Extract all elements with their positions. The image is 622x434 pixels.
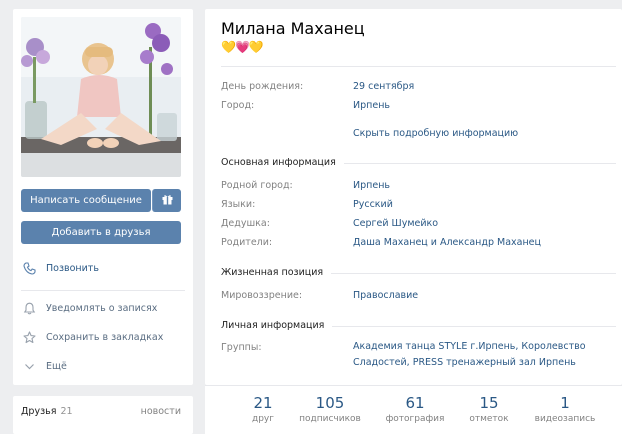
counter-value: 1: [560, 394, 570, 412]
parents-value[interactable]: Даша Маханец и Александр Маханец: [353, 237, 541, 248]
counter-followers[interactable]: 105 подписчиков: [295, 394, 365, 424]
bookmark-label: Сохранить в закладках: [46, 331, 164, 343]
phone-icon: [21, 260, 37, 276]
star-icon: [21, 329, 37, 345]
counter-value: 61: [405, 394, 425, 412]
groups-line[interactable]: Академия танца STYLE г.Ирпень, Королевст…: [353, 339, 603, 355]
groups-line[interactable]: Сладостей, PRESS тренажерный зал Ирпень: [353, 355, 603, 371]
basic-info-heading: Основная информация: [221, 157, 344, 168]
gift-icon: [162, 194, 173, 208]
hometown-label: Родной город:: [221, 180, 293, 191]
add-friend-button[interactable]: Добавить в друзья: [21, 221, 181, 244]
notify-label: Уведомлять о записях: [46, 302, 158, 314]
grandfather-value[interactable]: Сергей Шумейко: [353, 218, 438, 229]
divider: [21, 290, 185, 291]
groups-value[interactable]: Академия танца STYLE г.Ирпень, Королевст…: [353, 339, 603, 371]
profile-info-card: Милана Маханец 💛💗💛 День рождения: 29 сен…: [205, 9, 622, 385]
friends-block: Друзья 21 новости: [13, 396, 193, 434]
friends-updates-link[interactable]: новости: [141, 406, 181, 417]
birthday-value[interactable]: 29 сентября: [353, 81, 414, 92]
counter-label: подписчиков: [299, 414, 361, 424]
profile-left-card: Написать сообщение Добавить в друзья Поз…: [13, 9, 193, 385]
hometown-value[interactable]: Ирпень: [353, 180, 390, 191]
languages-value[interactable]: Русский: [353, 199, 393, 210]
city-value[interactable]: Ирпень: [353, 100, 390, 111]
counter-label: фотография: [385, 414, 445, 424]
status-emoji: 💛💗💛: [221, 40, 264, 54]
bell-icon: [21, 300, 37, 316]
parents-label: Родители:: [221, 237, 273, 248]
counter-tags[interactable]: 15 отметок: [454, 394, 524, 424]
counter-friends[interactable]: 21 друг: [228, 394, 298, 424]
gift-button[interactable]: [152, 189, 181, 212]
call-label: Позвонить: [46, 262, 99, 274]
counter-label: отметок: [469, 414, 509, 424]
avatar[interactable]: [21, 17, 181, 177]
personal-info-heading: Личная информация: [221, 320, 333, 331]
friends-count: 21: [60, 406, 73, 417]
hide-details-link[interactable]: Скрыть подробную информацию: [353, 128, 518, 139]
friends-header[interactable]: Друзья 21: [21, 406, 73, 417]
friends-label: Друзья: [21, 406, 57, 417]
counter-label: друг: [252, 414, 274, 424]
life-position-heading: Жизненная позиция: [221, 267, 332, 278]
profile-counters: 21 друг 105 подписчиков 61 фотография 15…: [205, 385, 622, 434]
birthday-label: День рождения:: [221, 81, 304, 92]
counter-photos[interactable]: 61 фотография: [380, 394, 450, 424]
grandfather-label: Дедушка:: [221, 218, 270, 229]
more-action[interactable]: Ещё: [21, 356, 183, 376]
notify-action[interactable]: Уведомлять о записях: [21, 298, 183, 318]
page-title: Милана Маханец: [221, 19, 365, 38]
chevron-down-icon: [21, 358, 37, 374]
call-action[interactable]: Позвонить: [21, 258, 183, 278]
write-message-button[interactable]: Написать сообщение: [21, 189, 151, 212]
counter-videos[interactable]: 1 видеозапись: [530, 394, 600, 424]
more-label: Ещё: [46, 360, 67, 372]
counter-label: видеозапись: [534, 414, 596, 424]
counter-value: 105: [315, 394, 345, 412]
languages-label: Языки:: [221, 199, 256, 210]
divider: [221, 66, 616, 67]
groups-label: Группы:: [221, 342, 262, 353]
counter-value: 21: [253, 394, 273, 412]
worldview-value[interactable]: Православие: [353, 290, 418, 301]
counter-value: 15: [479, 394, 499, 412]
bookmark-action[interactable]: Сохранить в закладках: [21, 327, 183, 347]
city-label: Город:: [221, 100, 255, 111]
worldview-label: Мировоззрение:: [221, 290, 303, 301]
